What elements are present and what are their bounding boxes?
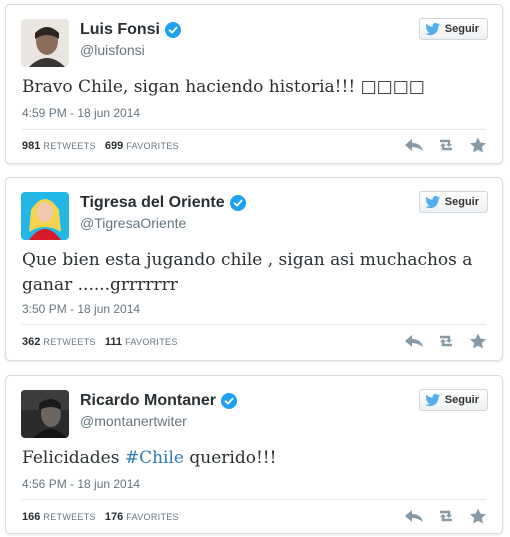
favorite-count[interactable]: 699	[105, 140, 123, 152]
user-name[interactable]: Ricardo Montaner	[80, 392, 216, 410]
tweet-text-start: Felicidades	[22, 448, 125, 468]
tweet-text: Felicidades #Chile querido!!!	[22, 446, 488, 471]
retweets-label: RETWEETS	[43, 141, 96, 151]
user-name-row: Tigresa del Oriente	[80, 194, 246, 212]
retweets-label: RETWEETS	[43, 512, 96, 522]
user-name[interactable]: Luis Fonsi	[80, 21, 160, 39]
tweet-timestamp[interactable]: 3:50 PM - 18 jun 2014	[22, 302, 140, 316]
user-name-row: Luis Fonsi	[80, 21, 181, 39]
reply-icon[interactable]	[404, 333, 424, 349]
follow-label: Seguir	[444, 394, 479, 406]
follow-button[interactable]: Seguir	[418, 18, 488, 40]
tweet-stats: 166 RETWEETS 176 FAVORITES	[22, 511, 185, 523]
retweets-label: RETWEETS	[43, 337, 96, 347]
favorite-count[interactable]: 176	[105, 511, 123, 523]
user-name-row: Ricardo Montaner	[80, 392, 238, 410]
verified-icon	[165, 22, 181, 38]
retweet-count[interactable]: 166	[22, 511, 40, 523]
follow-label: Seguir	[444, 196, 479, 208]
follow-button[interactable]: Seguir	[418, 389, 488, 411]
retweet-icon[interactable]	[436, 333, 456, 349]
tweet-stats: 362 RETWEETS 111 FAVORITES	[22, 336, 184, 348]
retweet-count[interactable]: 362	[22, 336, 40, 348]
follow-label: Seguir	[444, 23, 479, 35]
tweet-text: Bravo Chile, sigan haciendo historia!!! …	[22, 77, 425, 97]
divider	[22, 499, 486, 500]
favorites-label: FAVORITES	[126, 512, 179, 522]
tweet-stats: 981 RETWEETS 699 FAVORITES	[22, 140, 185, 152]
twitter-bird-icon	[424, 393, 440, 406]
favorite-icon[interactable]	[468, 508, 488, 524]
tweet-actions	[404, 333, 488, 349]
verified-icon	[221, 393, 238, 409]
tweet-card-tigresaoriente: Tigresa del Oriente @TigresaOriente Segu…	[5, 177, 503, 361]
reply-icon[interactable]	[404, 508, 424, 524]
favorites-label: FAVORITES	[125, 337, 178, 347]
avatar[interactable]	[21, 19, 69, 67]
tweet-timestamp[interactable]: 4:56 PM - 18 jun 2014	[22, 477, 140, 491]
verified-icon	[229, 195, 246, 211]
avatar[interactable]	[21, 390, 69, 438]
avatar[interactable]	[21, 192, 69, 240]
tweet-card-luisfonsi: Luis Fonsi @luisfonsi Seguir Bravo Chile…	[5, 4, 503, 164]
tweet-actions	[404, 508, 488, 524]
favorite-icon[interactable]	[468, 333, 488, 349]
divider	[22, 129, 486, 130]
favorite-icon[interactable]	[468, 137, 488, 153]
tweet-timestamp[interactable]: 4:59 PM - 18 jun 2014	[22, 106, 140, 120]
tweet-text: Que bien esta jugando chile , sigan asi …	[22, 250, 473, 295]
reply-icon[interactable]	[404, 137, 424, 153]
user-handle[interactable]: @montanertwiter	[80, 413, 187, 429]
favorite-count[interactable]: 111	[105, 336, 122, 348]
retweet-icon[interactable]	[436, 508, 456, 524]
user-name[interactable]: Tigresa del Oriente	[80, 194, 225, 212]
retweet-icon[interactable]	[436, 137, 456, 153]
retweet-count[interactable]: 981	[22, 140, 40, 152]
hashtag-link[interactable]: #Chile	[125, 448, 184, 468]
favorites-label: FAVORITES	[126, 141, 179, 151]
user-handle[interactable]: @luisfonsi	[80, 42, 145, 58]
tweet-actions	[404, 137, 488, 153]
tweet-text-end: querido!!!	[184, 448, 277, 468]
twitter-bird-icon	[424, 195, 440, 208]
twitter-bird-icon	[424, 22, 440, 35]
divider	[22, 324, 486, 325]
tweet-card-montanertwiter: Ricardo Montaner @montanertwiter Seguir …	[5, 375, 503, 534]
user-handle[interactable]: @TigresaOriente	[80, 215, 186, 231]
follow-button[interactable]: Seguir	[418, 191, 488, 213]
